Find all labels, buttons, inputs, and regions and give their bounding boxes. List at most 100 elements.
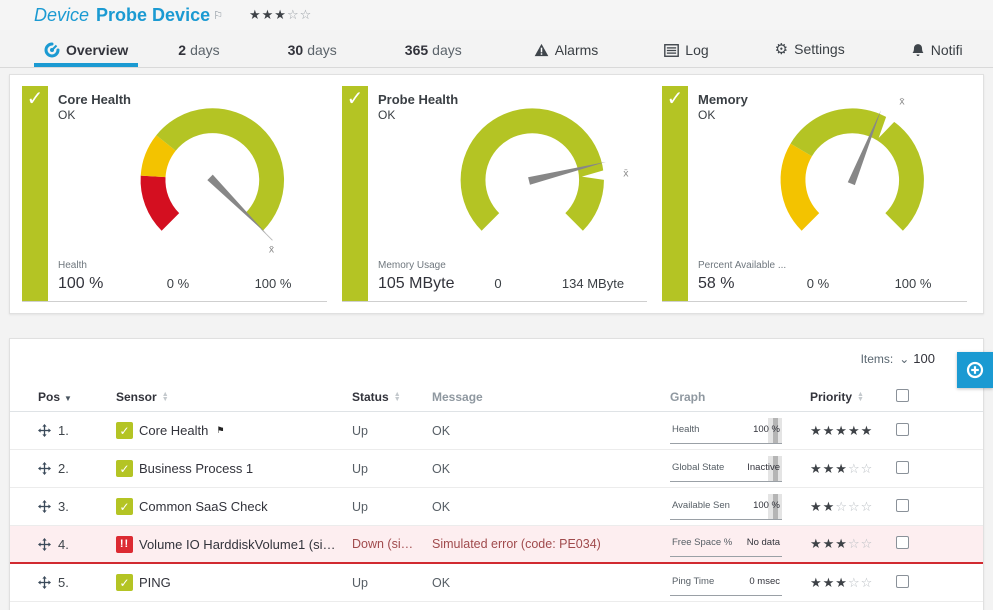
mini-graph[interactable]: Available Sen100 % (670, 494, 782, 520)
sensor-link[interactable]: PING (139, 575, 171, 590)
tab-30-num: 30 (288, 42, 304, 58)
items-label: Items: (861, 352, 894, 366)
flag-icon[interactable]: ⚐ (213, 9, 223, 22)
gear-icon: ⚙ (775, 40, 788, 58)
items-per-page-control[interactable]: Items: ⌄ 100 (10, 351, 983, 366)
gauge-probe-health[interactable]: ✓ Probe Health OK x̄ Memory Usage 105 MB… (342, 86, 647, 302)
device-priority-rating[interactable]: ★★★☆☆ (249, 7, 312, 23)
sort-icon: ▲▼ (162, 392, 169, 402)
priority-stars[interactable]: ★★★★★ (810, 423, 896, 439)
tab-notifications[interactable]: Notifi (901, 42, 973, 67)
column-header-pos[interactable]: Pos▼ (38, 390, 116, 404)
graph-value: 0 msec (749, 576, 780, 587)
tab-overview-label: Overview (66, 42, 128, 58)
sensor-link[interactable]: Core Health (139, 423, 208, 438)
gauge-dial: x̄ (112, 96, 324, 268)
status-cell: Down (si… (352, 537, 432, 551)
tab-alarms-label: Alarms (555, 42, 599, 58)
priority-stars[interactable]: ★★☆☆☆ (810, 499, 896, 515)
page-title[interactable]: Probe Device (96, 5, 210, 26)
table-row[interactable]: 1. ✓Core Health⚑ Up OK Health100 % ★★★★★ (10, 412, 983, 450)
channel-name: Health (58, 260, 87, 271)
status-up-icon: ✓ (116, 574, 133, 591)
message-cell: Simulated error (code: PE034) (432, 537, 670, 551)
move-handle-icon[interactable] (38, 538, 51, 551)
tab-alarms[interactable]: Alarms (524, 42, 609, 67)
add-button[interactable] (957, 352, 993, 388)
pos-number: 5. (58, 575, 69, 590)
priority-stars[interactable]: ★★★☆☆ (810, 536, 896, 552)
mini-graph[interactable]: Health100 % (670, 418, 782, 444)
tab-notifications-label: Notifi (931, 42, 963, 58)
move-handle-icon[interactable] (38, 424, 51, 437)
channel-value: 58 % (698, 275, 734, 293)
mean-marker: x̄ (623, 167, 629, 179)
tab-365-num: 365 (405, 42, 428, 58)
priority-stars[interactable]: ★★★☆☆ (810, 575, 896, 591)
mini-graph[interactable]: Ping Time0 msec (670, 570, 782, 596)
row-checkbox[interactable] (896, 499, 909, 512)
table-row-error[interactable]: 4. !!Volume IO HarddiskVolume1 (si… Down… (10, 526, 983, 564)
table-row[interactable]: 2. ✓Business Process 1 Up OK Global Stat… (10, 450, 983, 488)
graph-value: No data (747, 537, 780, 548)
tab-overview[interactable]: Overview (34, 42, 138, 67)
tab-365-days[interactable]: 365days (395, 42, 472, 67)
items-value: 100 (913, 351, 935, 366)
mini-graph[interactable]: Global StateInactive (670, 456, 782, 482)
status-cell: Up (352, 462, 432, 476)
mini-graph[interactable]: Free Space % No data (670, 531, 782, 557)
row-checkbox[interactable] (896, 575, 909, 588)
device-type-label: Device (34, 5, 89, 26)
gauge-memory[interactable]: ✓ Memory OK x̄ Percent Available ... 58 … (662, 86, 967, 302)
row-checkbox[interactable] (896, 423, 909, 436)
graph-label: Free Space % (672, 537, 732, 548)
status-up-icon: ✓ (116, 498, 133, 515)
log-list-icon (664, 44, 679, 57)
sensor-link[interactable]: Volume IO HarddiskVolume1 (si… (139, 537, 336, 552)
scale-max: 100 % (873, 276, 953, 291)
sensor-link[interactable]: Common SaaS Check (139, 499, 268, 514)
priority-stars[interactable]: ★★★☆☆ (810, 461, 896, 477)
channel-value: 100 % (58, 275, 103, 293)
rating-stars-empty: ☆☆ (287, 7, 312, 22)
status-up-icon: ✓ (116, 460, 133, 477)
sensor-link[interactable]: Business Process 1 (139, 461, 253, 476)
graph-value: Inactive (747, 462, 780, 473)
message-cell: OK (432, 576, 670, 590)
tab-30-days[interactable]: 30days (278, 42, 347, 67)
tab-log-label: Log (685, 42, 708, 58)
pos-number: 1. (58, 423, 69, 438)
move-handle-icon[interactable] (38, 500, 51, 513)
gauge-core-health[interactable]: ✓ Core Health OK x̄ Health 100 % 0 % 100… (22, 86, 327, 302)
warning-triangle-icon (534, 43, 549, 57)
tab-30-word: days (307, 42, 337, 58)
tab-settings-label: Settings (794, 41, 845, 57)
pos-number: 3. (58, 499, 69, 514)
column-header-sensor[interactable]: Sensor▲▼ (116, 390, 352, 404)
status-cell: Up (352, 576, 432, 590)
tab-log[interactable]: Log (654, 42, 718, 67)
row-checkbox[interactable] (896, 461, 909, 474)
move-handle-icon[interactable] (38, 462, 51, 475)
tab-settings[interactable]: ⚙ Settings (765, 40, 855, 67)
status-ok-bar: ✓ (22, 86, 48, 301)
status-cell: Up (352, 424, 432, 438)
table-row[interactable]: 5. ✓ PING Up OK Ping Time0 msec ★★★☆☆ (10, 564, 983, 602)
column-header-priority[interactable]: Priority▲▼ (810, 390, 896, 404)
gauges-panel: ✓ Core Health OK x̄ Health 100 % 0 % 100… (9, 74, 984, 314)
status-cell: Up (352, 500, 432, 514)
column-header-status[interactable]: Status▲▼ (352, 390, 432, 404)
table-header-row: Pos▼ Sensor▲▼ Status▲▼ Message Graph Pri… (10, 382, 983, 412)
message-cell: OK (432, 500, 670, 514)
move-handle-icon[interactable] (38, 576, 51, 589)
plus-circle-icon (965, 360, 985, 380)
table-row[interactable]: 3. ✓ Common SaaS Check Up OK Available Se… (10, 488, 983, 526)
select-all-checkbox[interactable] (896, 389, 909, 402)
chevron-down-icon: ⌄ (899, 352, 909, 366)
sort-desc-icon: ▼ (64, 394, 72, 403)
pos-number: 2. (58, 461, 69, 476)
column-header-message: Message (432, 390, 670, 404)
gauge-dial: x̄ (432, 96, 644, 268)
tab-2-days[interactable]: 2days (168, 42, 229, 67)
row-checkbox[interactable] (896, 536, 909, 549)
